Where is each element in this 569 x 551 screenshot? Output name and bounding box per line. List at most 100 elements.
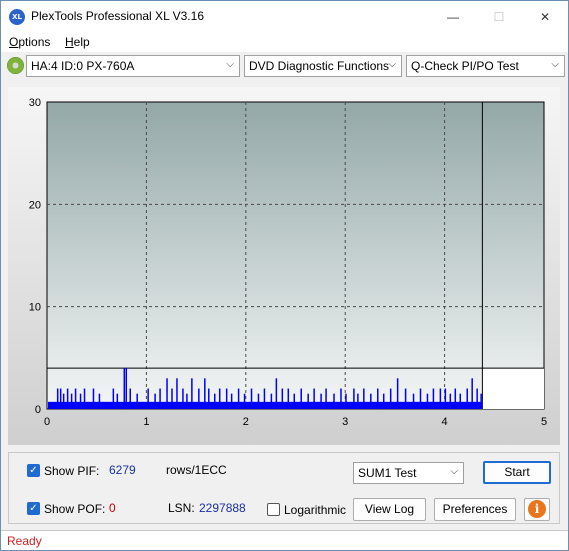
pif-spike-bar xyxy=(208,388,210,409)
logarithmic-checkbox[interactable] xyxy=(267,503,280,516)
pif-spike-bar xyxy=(83,388,86,409)
chart-panel: 0 1 2 3 4 5 0 10 20 30 xyxy=(8,87,560,445)
pif-spike-bar xyxy=(125,368,128,409)
pif-spike-bar xyxy=(182,388,184,409)
pif-spike-bar xyxy=(243,393,246,409)
pif-spike-bar xyxy=(412,393,415,409)
menu-options-accel: O xyxy=(9,35,19,49)
x-tick-label: 0 xyxy=(44,416,50,428)
pif-spike-bar xyxy=(136,393,138,409)
pif-spike-bar xyxy=(370,393,372,409)
lsn-label: LSN: xyxy=(168,501,195,515)
pif-spike-bar xyxy=(419,388,422,409)
info-button[interactable]: i xyxy=(524,498,550,521)
pif-spike-bar xyxy=(218,388,221,409)
x-tick-label: 5 xyxy=(541,416,547,428)
info-icon: i xyxy=(528,500,546,518)
x-tick-label: 2 xyxy=(243,416,249,428)
pif-spike-bar xyxy=(116,393,119,409)
pif-spike-bar xyxy=(230,393,233,409)
pif-spike-bar xyxy=(333,393,335,409)
pif-spike-bar xyxy=(186,393,188,409)
disc-drive-icon xyxy=(7,57,24,74)
pif-spike-bar xyxy=(112,388,115,409)
pif-spike-bar xyxy=(480,393,482,409)
pif-spike-bar xyxy=(159,388,161,409)
minimize-button[interactable]: — xyxy=(430,1,476,32)
sum-test-select[interactable]: SUM1 Test ⌵ xyxy=(353,462,464,484)
controls-panel: ✓ Show PIF: 6279 rows/1ECC SUM1 Test ⌵ S… xyxy=(8,452,560,524)
pif-spike-bar xyxy=(198,388,200,409)
pif-spike-bar xyxy=(154,393,156,409)
pif-spike-bar xyxy=(432,388,435,409)
chevron-down-icon: ⌵ xyxy=(388,59,396,70)
pif-spike-bar xyxy=(287,388,290,409)
plot-area xyxy=(46,101,545,410)
view-log-button[interactable]: View Log xyxy=(353,498,426,521)
menu-help[interactable]: Help xyxy=(65,35,90,49)
menu-options[interactable]: Options xyxy=(9,35,50,49)
show-pif-label: Show PIF: xyxy=(44,464,100,478)
pif-spike-bar xyxy=(56,388,59,409)
pif-spike-bar xyxy=(191,378,193,409)
pif-spike-bar xyxy=(281,388,284,409)
preferences-button[interactable]: Preferences xyxy=(434,498,516,521)
menu-bar: Options Help xyxy=(1,32,568,52)
show-pof-label: Show POF: xyxy=(44,502,106,516)
title-bar[interactable]: XL PlexTools Professional XL V3.16 — ☐ ✕ xyxy=(1,1,568,32)
pif-spike-bar xyxy=(204,378,206,409)
x-tick-label: 1 xyxy=(143,416,149,428)
plextools-app-icon: XL xyxy=(9,9,25,25)
pif-spike-bar xyxy=(449,393,452,409)
show-pof-checkbox[interactable]: ✓ xyxy=(27,502,40,515)
pif-spike-bar xyxy=(382,393,385,409)
pif-spike-bar xyxy=(66,388,69,409)
pif-spike-bar xyxy=(98,393,101,409)
pif-spike-bar xyxy=(325,388,327,409)
pif-spike-bar xyxy=(320,393,322,409)
close-button[interactable]: ✕ xyxy=(522,1,568,32)
chevron-down-icon: ⌵ xyxy=(551,59,559,70)
drive-select[interactable]: HA:4 ID:0 PX-760A ⌵ xyxy=(26,55,240,77)
pif-spike-bar xyxy=(454,388,457,409)
pif-spike-bar xyxy=(471,378,473,409)
pif-spike-bar xyxy=(129,388,132,409)
rows-ecc-label: rows/1ECC xyxy=(166,463,227,477)
pif-spike-bar xyxy=(257,393,260,409)
toolbar: HA:4 ID:0 PX-760A ⌵ DVD Diagnostic Funct… xyxy=(1,52,568,80)
pif-spike-bar xyxy=(166,378,168,409)
unscanned-region xyxy=(482,368,544,409)
maximize-button[interactable]: ☐ xyxy=(476,1,522,32)
pif-spike-bar xyxy=(92,388,95,409)
chevron-down-icon: ⌵ xyxy=(450,466,458,477)
pif-spike-bar xyxy=(70,393,73,409)
test-select-value: Q-Check PI/PO Test xyxy=(411,59,519,73)
pif-spike-bar xyxy=(459,393,462,409)
pif-spike-bar xyxy=(357,393,359,409)
pif-spike-bar xyxy=(79,393,82,409)
pif-spike-bar xyxy=(439,388,442,409)
x-tick-label: 4 xyxy=(442,416,448,428)
pif-spike-bar xyxy=(237,388,240,409)
y-tick-label: 20 xyxy=(29,199,41,211)
drive-select-value: HA:4 ID:0 PX-760A xyxy=(31,59,135,73)
logarithmic-label: Logarithmic xyxy=(284,503,347,517)
pif-spike-bar xyxy=(396,378,399,409)
test-select[interactable]: Q-Check PI/PO Test ⌵ xyxy=(406,55,565,77)
y-tick-label: 10 xyxy=(29,302,41,314)
status-bar: Ready xyxy=(1,530,568,550)
lsn-value: 2297888 xyxy=(199,501,246,515)
show-pif-checkbox[interactable]: ✓ xyxy=(27,464,40,477)
pif-spike-bar xyxy=(466,388,468,409)
start-button[interactable]: Start xyxy=(483,461,551,484)
pif-value: 6279 xyxy=(109,463,136,477)
pif-spike-bar xyxy=(377,388,379,409)
y-tick-label: 30 xyxy=(29,97,41,109)
pif-spike-bar xyxy=(426,393,429,409)
pif-spike-bar xyxy=(62,393,65,409)
function-select[interactable]: DVD Diagnostic Functions ⌵ xyxy=(244,55,402,77)
pif-spike-bar xyxy=(250,388,253,409)
pi-po-chart: 0 1 2 3 4 5 0 10 20 30 xyxy=(29,97,547,428)
app-window: XL PlexTools Professional XL V3.16 — ☐ ✕… xyxy=(0,0,569,551)
pif-spike-bar xyxy=(307,393,309,409)
